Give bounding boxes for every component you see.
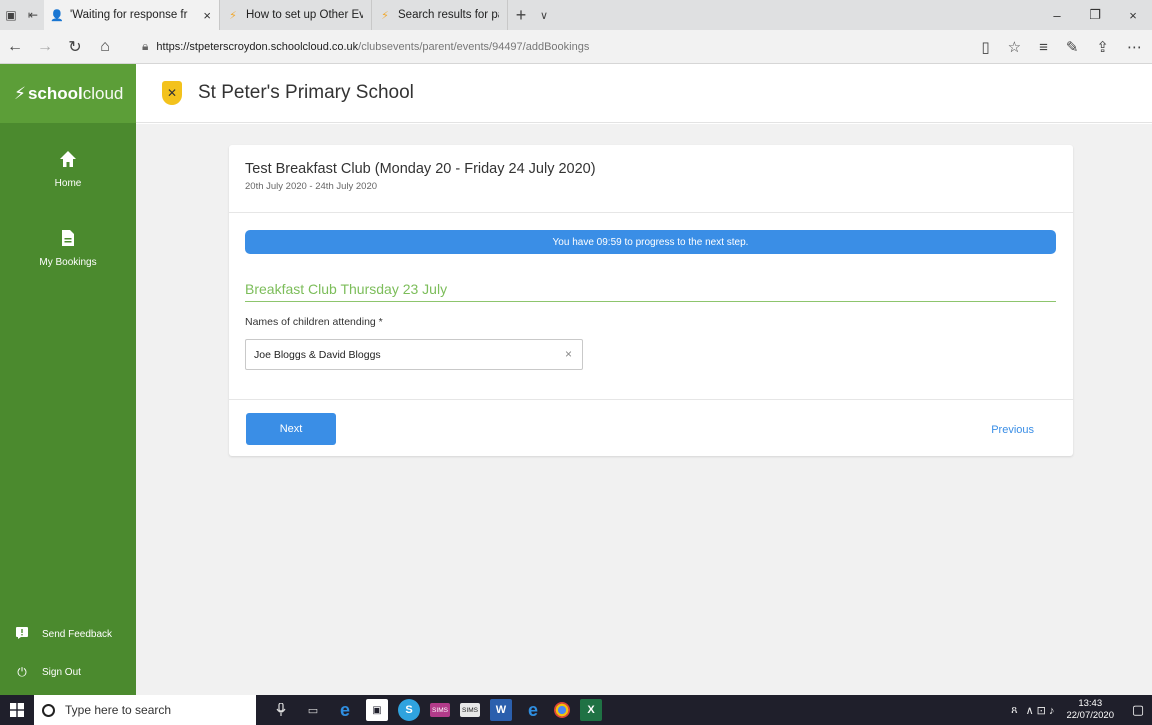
internet-explorer-icon[interactable]: e: [522, 699, 544, 721]
tab-waiting-for-response[interactable]: 👤 'Waiting for response fr ×: [44, 0, 220, 30]
school-name: St Peter's Primary School: [198, 82, 414, 103]
sign-out-label: Sign Out: [42, 667, 81, 678]
sidebar-item-label: Home: [54, 178, 82, 189]
school-crest-icon: ✕: [162, 81, 182, 105]
document-icon: [61, 229, 75, 253]
cortana-circle-icon: [42, 703, 55, 717]
refresh-button[interactable]: ↻: [60, 30, 90, 64]
sidebar-sign-out[interactable]: ⏻ Sign Out: [0, 665, 136, 680]
next-button[interactable]: Next: [246, 413, 336, 445]
set-aside-tabs-icon[interactable]: ⇤: [22, 0, 44, 30]
previous-link[interactable]: Previous: [991, 424, 1034, 436]
event-dates: 20th July 2020 - 24th July 2020: [245, 181, 378, 192]
sidebar-send-feedback[interactable]: Send Feedback: [0, 627, 136, 642]
browser-toolbar: ▯ ☆ ≡ ✎ ⇪ ⋯: [981, 30, 1142, 64]
clock[interactable]: 13:43 22/07/2020: [1066, 698, 1114, 722]
new-tab-button[interactable]: +: [508, 5, 534, 26]
search-placeholder: Type here to search: [65, 703, 172, 717]
home-button[interactable]: ⌂: [90, 30, 120, 64]
favorites-list-icon[interactable]: ≡: [1039, 39, 1048, 56]
tab-title: How to set up Other Events: [246, 9, 363, 21]
people-icon[interactable]: ጸ: [1011, 704, 1017, 717]
close-window-button[interactable]: ×: [1114, 0, 1152, 30]
brand-bold: school: [27, 83, 83, 103]
windows-start-icon[interactable]: [0, 695, 34, 725]
clock-time: 13:43: [1078, 698, 1103, 709]
notification-icon[interactable]: ▢: [1124, 702, 1152, 718]
window-controls: – ❐ ×: [1038, 0, 1152, 30]
tab-how-to-set-up[interactable]: ⚡ How to set up Other Events: [220, 0, 372, 30]
chrome-icon[interactable]: [554, 702, 570, 718]
main-content: Test Breakfast Club (Monday 20 - Friday …: [136, 124, 1152, 695]
tab-title: 'Waiting for response fr: [70, 9, 188, 21]
children-field-label: Names of children attending *: [245, 316, 383, 328]
microphone-icon[interactable]: [270, 699, 292, 721]
system-tray: ጸ ∧ ⊡ ♪ 13:43 22/07/2020 ▢: [1011, 695, 1152, 725]
task-view-icon[interactable]: ▭: [302, 699, 324, 721]
bolt-icon: ⚡: [14, 83, 26, 103]
more-options-icon[interactable]: ⋯: [1127, 38, 1142, 56]
user-icon: 👤: [50, 9, 64, 22]
children-names-input[interactable]: Joe Bloggs & David Bloggs ×: [245, 339, 583, 370]
url-host: https://stpeterscroydon.schoolcloud.co.u…: [156, 40, 359, 53]
excel-icon[interactable]: X: [580, 699, 602, 721]
browser-nav-bar: ← → ↻ ⌂ 🔒︎ https://stpeterscroydon.schoo…: [0, 30, 1152, 64]
page-header: ✕ St Peter's Primary School: [136, 64, 1152, 123]
send-feedback-label: Send Feedback: [42, 629, 113, 640]
event-header: Test Breakfast Club (Monday 20 - Friday …: [229, 145, 1073, 213]
lock-icon: 🔒︎: [142, 39, 149, 53]
schoolcloud-logo[interactable]: ⚡ school cloud: [0, 64, 136, 123]
restore-button[interactable]: ❐: [1076, 0, 1114, 30]
schoolcloud-favicon-icon: ⚡: [381, 9, 389, 22]
minimize-button[interactable]: –: [1038, 0, 1076, 30]
taskbar-search-box[interactable]: Type here to search: [34, 695, 256, 725]
session-title: Breakfast Club Thursday 23 July: [245, 281, 1056, 302]
tray-icons[interactable]: ∧ ⊡ ♪: [1026, 704, 1055, 717]
children-names-value: Joe Bloggs & David Bloggs: [254, 348, 381, 361]
browser-tab-bar: ▣ ⇤ 👤 'Waiting for response fr × ⚡ How t…: [0, 0, 1152, 30]
close-tab-icon[interactable]: ×: [203, 8, 211, 23]
card-footer: Next Previous: [229, 399, 1073, 456]
sims-app-icon[interactable]: SIMS: [430, 703, 450, 717]
tab-search-results[interactable]: ⚡ Search results for parent he: [372, 0, 508, 30]
event-title: Test Breakfast Club (Monday 20 - Friday …: [245, 161, 596, 177]
forward-button[interactable]: →: [30, 30, 60, 64]
url-path: /clubsevents/parent/events/94497/addBook…: [358, 40, 590, 53]
sidebar-item-my-bookings[interactable]: My Bookings: [0, 229, 136, 268]
favorite-star-icon[interactable]: ☆: [1008, 38, 1021, 56]
clock-date: 22/07/2020: [1066, 710, 1114, 721]
skype-icon[interactable]: S: [398, 699, 420, 721]
clear-input-icon[interactable]: ×: [565, 347, 572, 361]
windows-taskbar: Type here to search ▭ e ▣ S SIMS SIMS W …: [0, 695, 1152, 725]
sidebar: ⚡ school cloud Home My Bookings Send Feedb…: [0, 64, 136, 695]
edge-browser-icon[interactable]: e: [334, 699, 356, 721]
back-button[interactable]: ←: [0, 30, 30, 64]
share-icon[interactable]: ⇪: [1096, 38, 1109, 56]
tab-actions-icon[interactable]: ▣: [0, 0, 22, 30]
schoolcloud-favicon-icon: ⚡: [229, 9, 237, 22]
address-bar[interactable]: 🔒︎ https://stpeterscroydon.schoolcloud.c…: [142, 33, 970, 60]
tab-preview-dropdown-icon[interactable]: ∨: [534, 9, 554, 22]
sidebar-item-home[interactable]: Home: [0, 150, 136, 189]
store-icon[interactable]: ▣: [366, 699, 388, 721]
taskbar-apps: ▭ e ▣ S SIMS SIMS W e X: [270, 699, 602, 721]
word-icon[interactable]: W: [490, 699, 512, 721]
tab-title: Search results for parent he: [398, 9, 499, 21]
brand-light: cloud: [82, 83, 124, 103]
booking-card: Test Breakfast Club (Monday 20 - Friday …: [229, 145, 1073, 456]
feedback-icon: [14, 627, 30, 642]
timer-banner: You have 09:59 to progress to the next s…: [245, 230, 1056, 254]
pen-notes-icon[interactable]: ✎: [1066, 38, 1079, 56]
home-icon: [59, 150, 77, 174]
sims-app-icon-2[interactable]: SIMS: [460, 703, 480, 717]
power-icon: ⏻: [17, 665, 27, 679]
sidebar-item-label: My Bookings: [39, 257, 97, 268]
reading-view-icon[interactable]: ▯: [981, 38, 989, 56]
